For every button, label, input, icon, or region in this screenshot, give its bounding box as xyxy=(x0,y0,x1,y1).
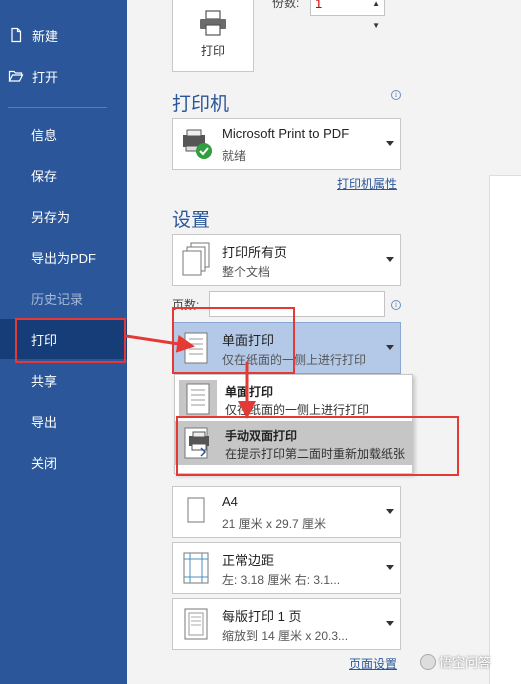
sidebar-item-export-pdf[interactable]: 导出为PDF xyxy=(0,237,127,277)
sidebar-item-label: 打开 xyxy=(32,69,59,85)
margins-desc: 左: 3.18 厘米 右: 3.1... xyxy=(222,573,341,587)
watermark-text: 悟空问答 xyxy=(439,655,492,670)
chevron-down-icon xyxy=(386,565,394,570)
info-icon[interactable]: i xyxy=(391,90,401,100)
print-button-label: 打印 xyxy=(200,44,225,58)
copies-value: 1 xyxy=(315,0,323,11)
pages-per-sheet-dropdown[interactable]: 每版打印 1 页 缩放到 14 厘米 x 20.3... xyxy=(172,598,401,650)
sidebar-divider xyxy=(8,107,107,108)
chevron-down-icon xyxy=(386,257,394,262)
printer-status: 就绪 xyxy=(222,149,247,163)
margins-dropdown[interactable]: 正常边距 左: 3.18 厘米 右: 3.1... xyxy=(172,542,401,594)
sidebar-item-save-as[interactable]: 另存为 xyxy=(0,196,127,236)
chevron-down-icon xyxy=(386,141,394,146)
margins-icon xyxy=(183,552,209,584)
printer-name: Microsoft Print to PDF xyxy=(222,126,350,141)
sidebar-item-label: 关闭 xyxy=(31,455,58,471)
print-button[interactable]: 打印 xyxy=(172,0,254,72)
paper-size-title: A4 xyxy=(222,494,238,509)
sidebar-item-label: 历史记录 xyxy=(31,291,84,307)
sidebar-item-label: 另存为 xyxy=(31,209,71,225)
sidebar-item-share[interactable]: 共享 xyxy=(0,360,127,400)
margins-title: 正常边距 xyxy=(222,553,275,568)
annotation-box-sides xyxy=(172,307,295,374)
printer-properties-link[interactable]: 打印机属性 xyxy=(337,175,397,192)
chevron-down-icon xyxy=(386,621,394,626)
sidebar-item-label: 新建 xyxy=(32,28,59,44)
print-range-desc: 整个文档 xyxy=(222,265,271,279)
menu-item-title: 单面打印 xyxy=(225,385,274,399)
watermark-logo-icon xyxy=(420,653,436,670)
sidebar-item-label: 导出 xyxy=(31,414,58,430)
sidebar-item-new[interactable]: 新建 xyxy=(0,15,127,55)
copies-spinner[interactable]: 1 ▲ ▼ xyxy=(310,0,385,30)
watermark: 悟空问答 xyxy=(420,652,491,671)
chevron-down-icon xyxy=(386,509,394,514)
paper-icon xyxy=(187,497,205,523)
all-pages-icon xyxy=(182,242,210,276)
sidebar-item-history: 历史记录 xyxy=(0,278,127,318)
sidebar-item-label: 保存 xyxy=(31,168,58,184)
sidebar-item-label: 信息 xyxy=(31,127,58,143)
annotation-box-print xyxy=(15,318,126,363)
menu-item-one-sided[interactable]: 单面打印 仅在纸面的一侧上进行打印 xyxy=(175,377,412,421)
one-sided-icon xyxy=(179,380,217,418)
chevron-down-icon xyxy=(386,345,394,350)
new-doc-icon xyxy=(8,27,24,43)
annotation-box-duplex xyxy=(176,416,459,476)
info-icon[interactable]: i xyxy=(391,300,401,310)
sidebar-item-export[interactable]: 导出 xyxy=(0,401,127,441)
printer-ready-icon xyxy=(183,129,212,159)
copies-label: 份数: xyxy=(272,0,300,10)
open-folder-icon xyxy=(8,68,24,84)
sidebar-item-label: 导出为PDF xyxy=(31,250,97,266)
print-preview xyxy=(489,175,521,684)
printer-icon xyxy=(200,10,226,36)
sidebar-item-close[interactable]: 关闭 xyxy=(0,442,127,482)
sidebar-item-save[interactable]: 保存 xyxy=(0,155,127,195)
sidebar-item-info[interactable]: 信息 xyxy=(0,114,127,154)
paper-size-desc: 21 厘米 x 29.7 厘米 xyxy=(222,517,327,531)
printer-section-title: 打印机 xyxy=(172,94,230,115)
spinner-arrow-icon[interactable]: ▲ ▼ xyxy=(372,0,380,37)
paper-size-dropdown[interactable]: A4 21 厘米 x 29.7 厘米 xyxy=(172,486,401,538)
pages-per-sheet-icon xyxy=(184,608,208,640)
printer-dropdown[interactable]: Microsoft Print to PDF 就绪 xyxy=(172,118,401,170)
print-range-title: 打印所有页 xyxy=(222,245,288,260)
sidebar-item-label: 共享 xyxy=(31,373,58,389)
pages-per-sheet-title: 每版打印 1 页 xyxy=(222,609,302,624)
sidebar-item-open[interactable]: 打开 xyxy=(0,56,127,96)
page-setup-link[interactable]: 页面设置 xyxy=(349,655,397,672)
settings-section-title: 设置 xyxy=(172,210,211,231)
print-range-dropdown[interactable]: 打印所有页 整个文档 xyxy=(172,234,401,286)
pages-per-sheet-desc: 缩放到 14 厘米 x 20.3... xyxy=(222,629,349,643)
